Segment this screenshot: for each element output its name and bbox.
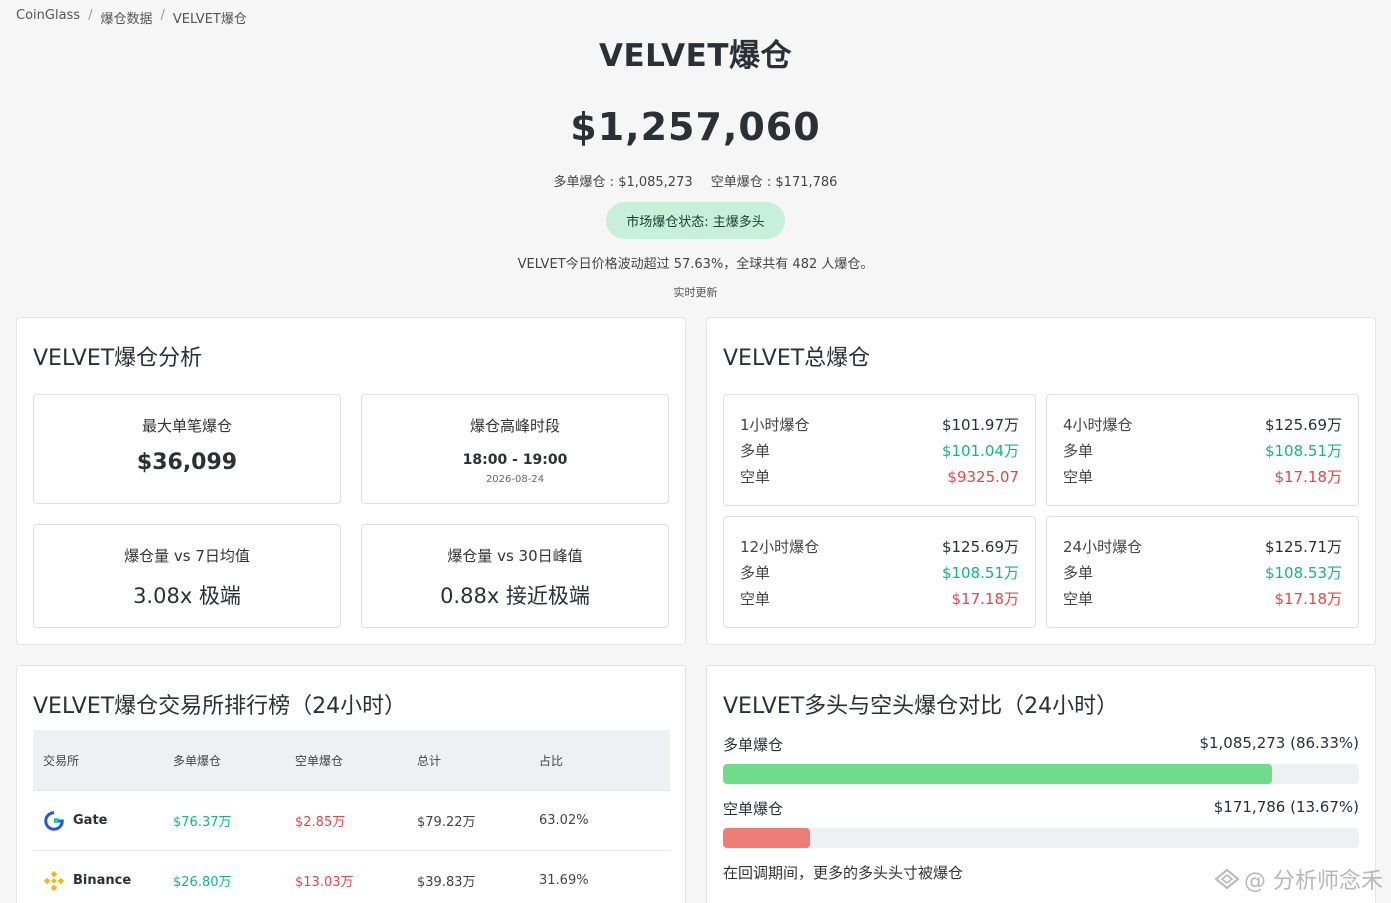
long-compare-value: $1,085,273 (86.33%)	[1199, 734, 1359, 752]
breadcrumb-separator: /	[160, 8, 165, 23]
binance-logo-icon	[43, 870, 65, 891]
tile-long-value: $108.51万	[1264, 442, 1342, 460]
breadcrumb-separator: /	[88, 8, 93, 23]
totals-title: VELVET总爆仓	[723, 346, 871, 371]
long-progress-track	[723, 764, 1359, 784]
row-long: $76.37万	[173, 815, 232, 830]
tile-short-value: $17.18万	[951, 590, 1020, 608]
breadcrumb-coinglass[interactable]: CoinGlass	[16, 8, 80, 27]
exchange-name[interactable]: Gate	[73, 813, 107, 828]
tile-short-value: $17.18万	[1274, 590, 1343, 608]
tile-long-value: $108.53万	[1264, 564, 1342, 582]
breadcrumb-liquidation-data[interactable]: 爆仓数据	[100, 8, 152, 27]
tile-total: $125.69万	[1264, 416, 1342, 434]
peak-label: 爆仓高峰时段	[469, 417, 560, 435]
row-total: $39.83万	[417, 875, 476, 890]
tile-long-value: $101.04万	[941, 442, 1019, 460]
vs30-label: 爆仓量 vs 30日峰值	[447, 547, 583, 565]
exchange-name[interactable]: Binance	[73, 873, 131, 888]
row-short: $2.85万	[295, 815, 346, 830]
compare-note: 在回调期间，更多的多头头寸被爆仓	[723, 864, 964, 882]
gate-logo-icon	[44, 810, 64, 831]
breadcrumb-current: VELVET爆仓	[172, 12, 247, 27]
short-compare-value: $171,786 (13.67%)	[1213, 798, 1359, 816]
tile-total: $125.71万	[1264, 538, 1342, 556]
table-header: 交易所 多单爆仓 空单爆仓 总计 占比	[33, 730, 670, 790]
vs7-label: 爆仓量 vs 7日均值	[124, 547, 250, 565]
tile-period: 12小时爆仓	[740, 538, 820, 556]
ranking-title: VELVET爆仓交易所排行榜（24小时）	[33, 694, 407, 719]
tile-short-value: $17.18万	[1274, 468, 1343, 486]
vs7-value: 3.08x 极端	[133, 584, 241, 608]
table-row[interactable]: Binance $26.80万 $13.03万 $39.83万 31.69%	[33, 850, 670, 903]
long-progress-fill	[723, 764, 1273, 784]
tile-total: $125.69万	[941, 538, 1019, 556]
tile-long-label: 多单	[1063, 442, 1094, 460]
watermark: @ 分析师念禾	[1214, 863, 1383, 895]
header-long[interactable]: 多单爆仓	[173, 752, 295, 769]
tile-short-label: 空单	[740, 468, 771, 486]
short-progress-fill	[723, 828, 810, 848]
row-share: 31.69%	[539, 873, 589, 888]
tile-long-label: 多单	[740, 442, 771, 460]
vs-7d-average-stat: 爆仓量 vs 7日均值 3.08x 极端	[33, 524, 341, 628]
table-row[interactable]: Gate $76.37万 $2.85万 $79.22万 63.02%	[33, 790, 670, 850]
long-liquidation-summary: 多单爆仓 : $1,085,273	[553, 175, 693, 190]
row-share: 63.02%	[539, 813, 589, 828]
row-short: $13.03万	[295, 875, 354, 890]
tile-long-label: 多单	[740, 564, 771, 582]
tile-period: 4小时爆仓	[1063, 416, 1133, 434]
peak-period-stat: 爆仓高峰时段 18:00 - 19:00 2026-08-24	[361, 394, 669, 504]
long-short-summary: 多单爆仓 : $1,085,273 空单爆仓 : $171,786	[0, 171, 1391, 190]
tile-short-value: $9325.07	[947, 468, 1019, 486]
tile-period: 24小时爆仓	[1063, 538, 1143, 556]
tile-period: 1小时爆仓	[740, 416, 810, 434]
total-liquidation: $1,257,060	[570, 105, 821, 149]
page-title: VELVET爆仓	[599, 38, 792, 74]
analysis-title: VELVET爆仓分析	[33, 346, 203, 371]
live-update-label: 实时更新	[673, 286, 718, 299]
tile-long-label: 多单	[1063, 564, 1094, 582]
short-compare-row: 空单爆仓 $171,786 (13.67%)	[723, 798, 1359, 819]
tile-total: $101.97万	[941, 416, 1019, 434]
header-share[interactable]: 占比	[539, 752, 659, 769]
exchange-ranking-table: 交易所 多单爆仓 空单爆仓 总计 占比 Gate $76.37万 $2.85万 …	[33, 730, 670, 903]
max-single-value: $36,099	[136, 450, 238, 475]
diamond-logo-icon	[1214, 868, 1240, 890]
watermark-text: @ 分析师念禾	[1244, 869, 1383, 894]
tile-short-label: 空单	[740, 590, 771, 608]
tile-long-value: $108.51万	[941, 564, 1019, 582]
breadcrumb: CoinGlass / 爆仓数据 / VELVET爆仓	[16, 8, 247, 27]
long-compare-label: 多单爆仓	[723, 736, 784, 754]
vs30-value: 0.88x 接近极端	[440, 584, 590, 608]
header-short[interactable]: 空单爆仓	[295, 752, 417, 769]
tile-12h: 12小时爆仓 $125.69万 多单 $108.51万 空单 $17.18万	[723, 516, 1036, 628]
total-liquidation-card: VELVET总爆仓 1小时爆仓 $101.97万 多单 $101.04万 空单 $93…	[706, 317, 1376, 645]
tile-4h: 4小时爆仓 $125.69万 多单 $108.51万 空单 $17.18万	[1046, 394, 1359, 506]
long-compare-row: 多单爆仓 $1,085,273 (86.33%)	[723, 734, 1359, 755]
hero-section: VELVET爆仓 $1,257,060 多单爆仓 : $1,085,273 空单…	[0, 30, 1391, 300]
vs-30d-peak-stat: 爆仓量 vs 30日峰值 0.88x 接近极端	[361, 524, 669, 628]
max-single-liquidation-stat: 最大单笔爆仓 $36,099	[33, 394, 341, 504]
tile-short-label: 空单	[1063, 468, 1094, 486]
tile-short-label: 空单	[1063, 590, 1094, 608]
header-exchange[interactable]: 交易所	[33, 752, 173, 769]
row-total: $79.22万	[417, 815, 476, 830]
market-status-badge: 市场爆仓状态: 主爆多头	[606, 202, 785, 239]
tile-1h: 1小时爆仓 $101.97万 多单 $101.04万 空单 $9325.07	[723, 394, 1036, 506]
max-single-label: 最大单笔爆仓	[141, 417, 232, 435]
exchange-ranking-card: VELVET爆仓交易所排行榜（24小时） 交易所 多单爆仓 空单爆仓 总计 占比…	[16, 665, 686, 903]
row-long: $26.80万	[173, 875, 232, 890]
short-compare-label: 空单爆仓	[723, 800, 784, 818]
short-liquidation-summary: 空单爆仓 : $171,786	[710, 175, 838, 190]
tile-24h: 24小时爆仓 $125.71万 多单 $108.53万 空单 $17.18万	[1046, 516, 1359, 628]
liquidation-analysis-card: VELVET爆仓分析 最大单笔爆仓 $36,099 爆仓高峰时段 18:00 -…	[16, 317, 686, 645]
peak-date: 2026-08-24	[485, 474, 545, 485]
short-progress-track	[723, 828, 1359, 848]
peak-time: 18:00 - 19:00	[462, 452, 568, 468]
compare-title: VELVET多头与空头爆仓对比（24小时）	[723, 694, 1119, 719]
volatility-description: VELVET今日价格波动超过 57.63%，全球共有 482 人爆仓。	[517, 257, 874, 272]
header-total[interactable]: 总计	[417, 752, 539, 769]
